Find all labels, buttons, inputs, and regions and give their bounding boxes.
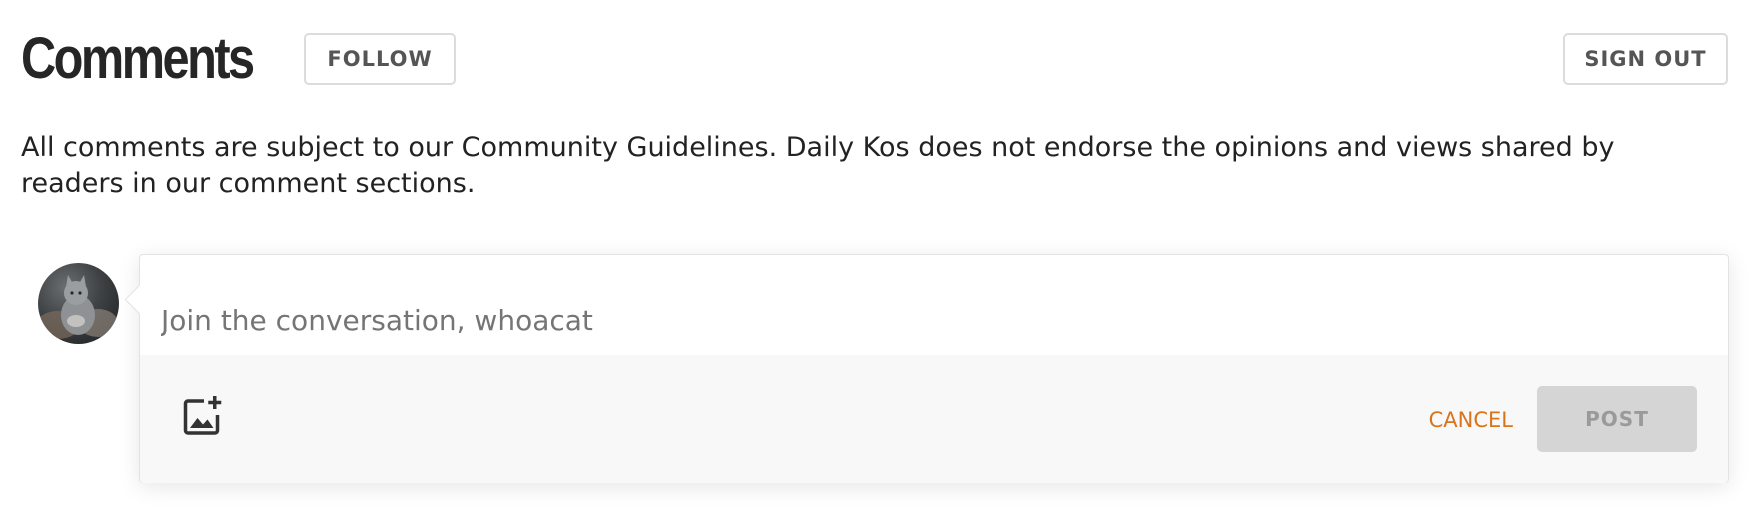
follow-button[interactable]: FOLLOW xyxy=(304,33,456,85)
cancel-button[interactable]: CANCEL xyxy=(1429,408,1513,432)
sign-out-button[interactable]: SIGN OUT xyxy=(1563,33,1728,85)
composer-toolbar: CANCEL POST xyxy=(140,355,1728,483)
comment-composer: CANCEL POST xyxy=(139,254,1729,483)
comment-input[interactable] xyxy=(140,255,1728,355)
comments-title: Comments xyxy=(21,26,255,91)
add-image-icon[interactable] xyxy=(182,395,224,437)
community-guidelines-notice: All comments are subject to our Communit… xyxy=(21,132,1615,199)
cat-avatar-icon xyxy=(38,275,118,339)
post-button[interactable]: POST xyxy=(1537,386,1697,452)
user-avatar xyxy=(38,263,119,344)
comments-header: Comments FOLLOW SIGN OUT xyxy=(21,26,1728,91)
